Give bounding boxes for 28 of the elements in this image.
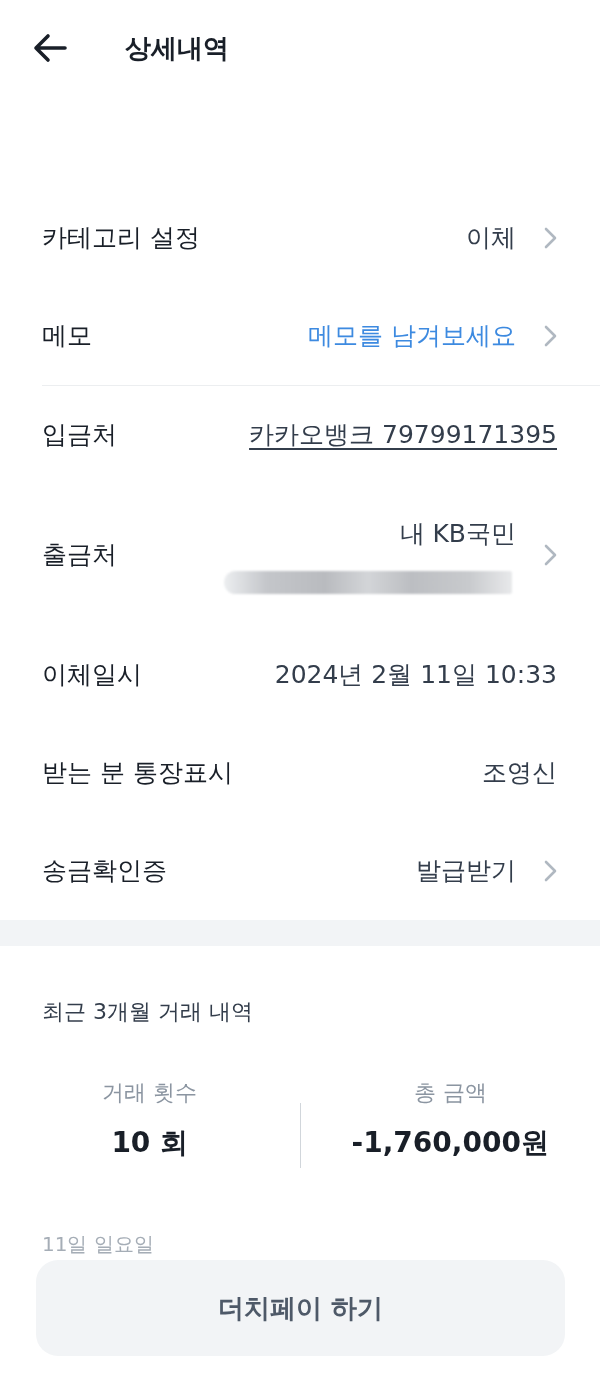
row-label: 받는 분 통장표시 bbox=[42, 757, 233, 789]
chevron-right-icon bbox=[544, 325, 557, 347]
page-title: 상세내역 bbox=[125, 32, 229, 65]
stat-label: 총 금액 bbox=[413, 1079, 487, 1107]
row-label: 카테고리 설정 bbox=[42, 222, 200, 254]
row-label: 메모 bbox=[42, 320, 92, 352]
stat-label: 거래 횟수 bbox=[102, 1079, 198, 1107]
account-link[interactable]: 카카오뱅크 79799171395 bbox=[249, 418, 557, 452]
row-value: 2024년 2월 11일 10:33 bbox=[274, 659, 557, 691]
row-value: 조영신 bbox=[482, 757, 557, 789]
row-label: 입금처 bbox=[42, 419, 117, 451]
section-title: 최근 3개월 거래 내역 bbox=[42, 998, 254, 1026]
row-label: 송금확인증 bbox=[42, 855, 167, 887]
row-value: 내 KB국민 bbox=[399, 517, 516, 550]
row-value[interactable]: 발급받기 bbox=[416, 854, 516, 888]
back-button[interactable] bbox=[31, 31, 69, 65]
row-label: 이체일시 bbox=[42, 659, 142, 691]
dutch-pay-button[interactable]: 더치페이 하기 bbox=[36, 1260, 565, 1356]
stat-value: -1,760,000원 bbox=[351, 1125, 549, 1161]
memo-prompt-link[interactable]: 메모를 남겨보세요 bbox=[308, 319, 516, 353]
back-arrow-icon bbox=[33, 33, 67, 63]
chevron-right-icon bbox=[544, 860, 557, 882]
stat-value: 10 회 bbox=[111, 1125, 189, 1161]
chevron-right-icon bbox=[544, 227, 557, 249]
row-label: 출금처 bbox=[42, 539, 117, 571]
chevron-right-icon bbox=[544, 544, 557, 566]
faded-date-text: 11일 일요일 bbox=[42, 1232, 154, 1256]
row-value[interactable]: 이체 bbox=[466, 221, 516, 255]
